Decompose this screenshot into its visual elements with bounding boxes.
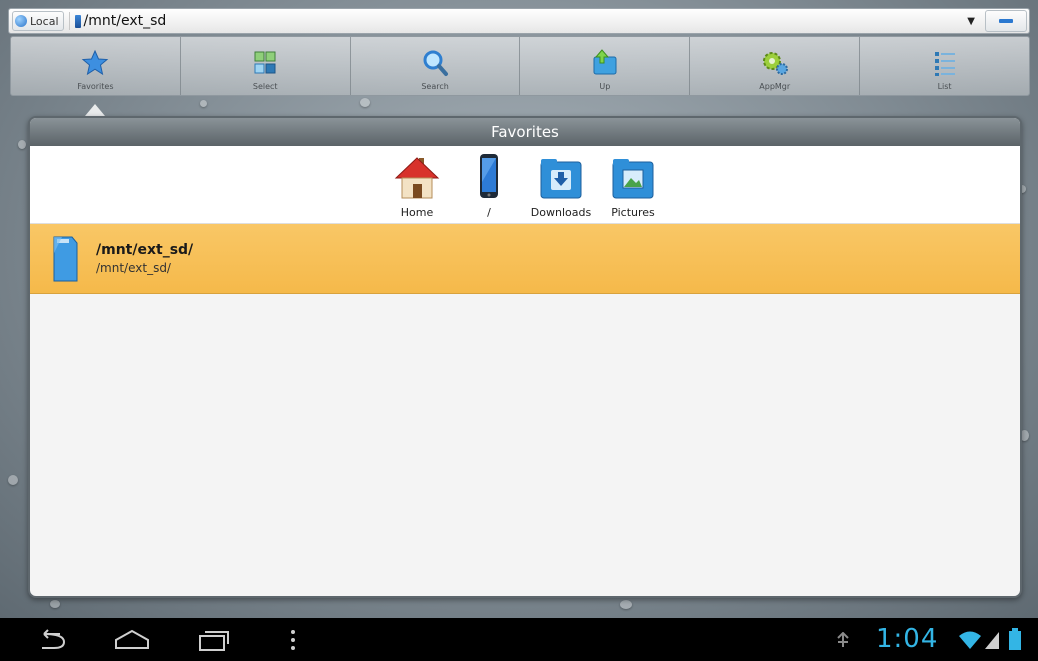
storage-selector-button[interactable]: Local (12, 11, 64, 31)
select-grid-icon (254, 51, 276, 74)
shortcut-pictures[interactable]: Pictures (597, 152, 669, 219)
sd-card-icon (74, 14, 81, 28)
select-button[interactable]: Select (181, 37, 351, 95)
favorite-item-ext-sd[interactable]: /mnt/ext_sd/ /mnt/ext_sd/ (30, 224, 1020, 294)
divider (68, 12, 70, 30)
home-icon[interactable] (112, 628, 152, 652)
back-icon[interactable] (34, 628, 68, 652)
shortcut-downloads-label: Downloads (530, 206, 592, 219)
folder-up-icon (593, 49, 617, 75)
minimize-button[interactable] (985, 10, 1027, 32)
current-path[interactable]: /mnt/ext_sd (84, 13, 167, 29)
up-label: Up (599, 82, 611, 91)
wifi-icon (959, 631, 981, 649)
signal-icon (985, 632, 999, 649)
path-dropdown-icon[interactable]: ▼ (967, 16, 975, 27)
favorites-button[interactable]: Favorites (11, 37, 181, 95)
address-bar: Local /mnt/ext_sd ▼ (8, 8, 1030, 34)
gears-icon (762, 52, 788, 75)
select-label: Select (252, 82, 278, 91)
search-button[interactable]: Search (351, 37, 521, 95)
shortcut-root[interactable]: / (453, 152, 525, 219)
appmgr-label: AppMgr (759, 82, 791, 91)
shortcut-home[interactable]: Home (381, 152, 453, 219)
phone-icon (480, 154, 498, 198)
droplet (360, 98, 370, 107)
up-button[interactable]: Up (520, 37, 691, 95)
favorites-dialog: Favorites Home / Downloads Pictures /mnt… (28, 116, 1022, 598)
storage-label: Local (30, 14, 59, 28)
favorite-item-path: /mnt/ext_sd/ (96, 261, 171, 275)
droplet (620, 600, 632, 609)
usb-debug-icon (837, 632, 849, 647)
shortcut-pictures-label: Pictures (611, 206, 655, 219)
downloads-folder-icon (540, 159, 582, 199)
favorites-shortcuts: Home / Downloads Pictures (30, 146, 1020, 224)
shortcut-downloads[interactable]: Downloads (525, 152, 597, 219)
recent-apps-icon[interactable] (196, 628, 232, 652)
search-label: Search (421, 82, 449, 91)
list-view-icon (934, 52, 955, 76)
pictures-folder-icon (612, 159, 654, 199)
droplet (50, 600, 60, 608)
shortcut-home-label: Home (400, 206, 434, 219)
house-icon (394, 157, 440, 199)
dialog-title: Favorites (30, 118, 1020, 146)
globe-icon (15, 15, 27, 27)
sd-card-icon (53, 236, 78, 281)
favorite-item-text: /mnt/ext_sd/ /mnt/ext_sd/ (96, 242, 193, 275)
star-icon (82, 49, 109, 76)
droplet (18, 140, 26, 149)
popup-pointer (85, 104, 105, 116)
droplet (200, 100, 207, 107)
list-button[interactable]: List (860, 37, 1029, 95)
toolbar: Favorites Select Search Up AppMgr List (10, 36, 1030, 96)
battery-icon (1009, 628, 1021, 650)
status-clock: 1:04 (876, 624, 939, 654)
magnifier-icon (423, 50, 449, 76)
favorites-label: Favorites (77, 82, 114, 91)
minus-icon (999, 19, 1013, 23)
navigation-bar: 1:04 (0, 618, 1038, 661)
overflow-menu-icon[interactable] (288, 628, 298, 652)
favorite-item-title: /mnt/ext_sd/ (96, 242, 194, 258)
droplet (8, 475, 18, 485)
shortcut-root-label: / (487, 206, 491, 219)
list-label: List (937, 82, 952, 91)
appmgr-button[interactable]: AppMgr (690, 37, 861, 95)
